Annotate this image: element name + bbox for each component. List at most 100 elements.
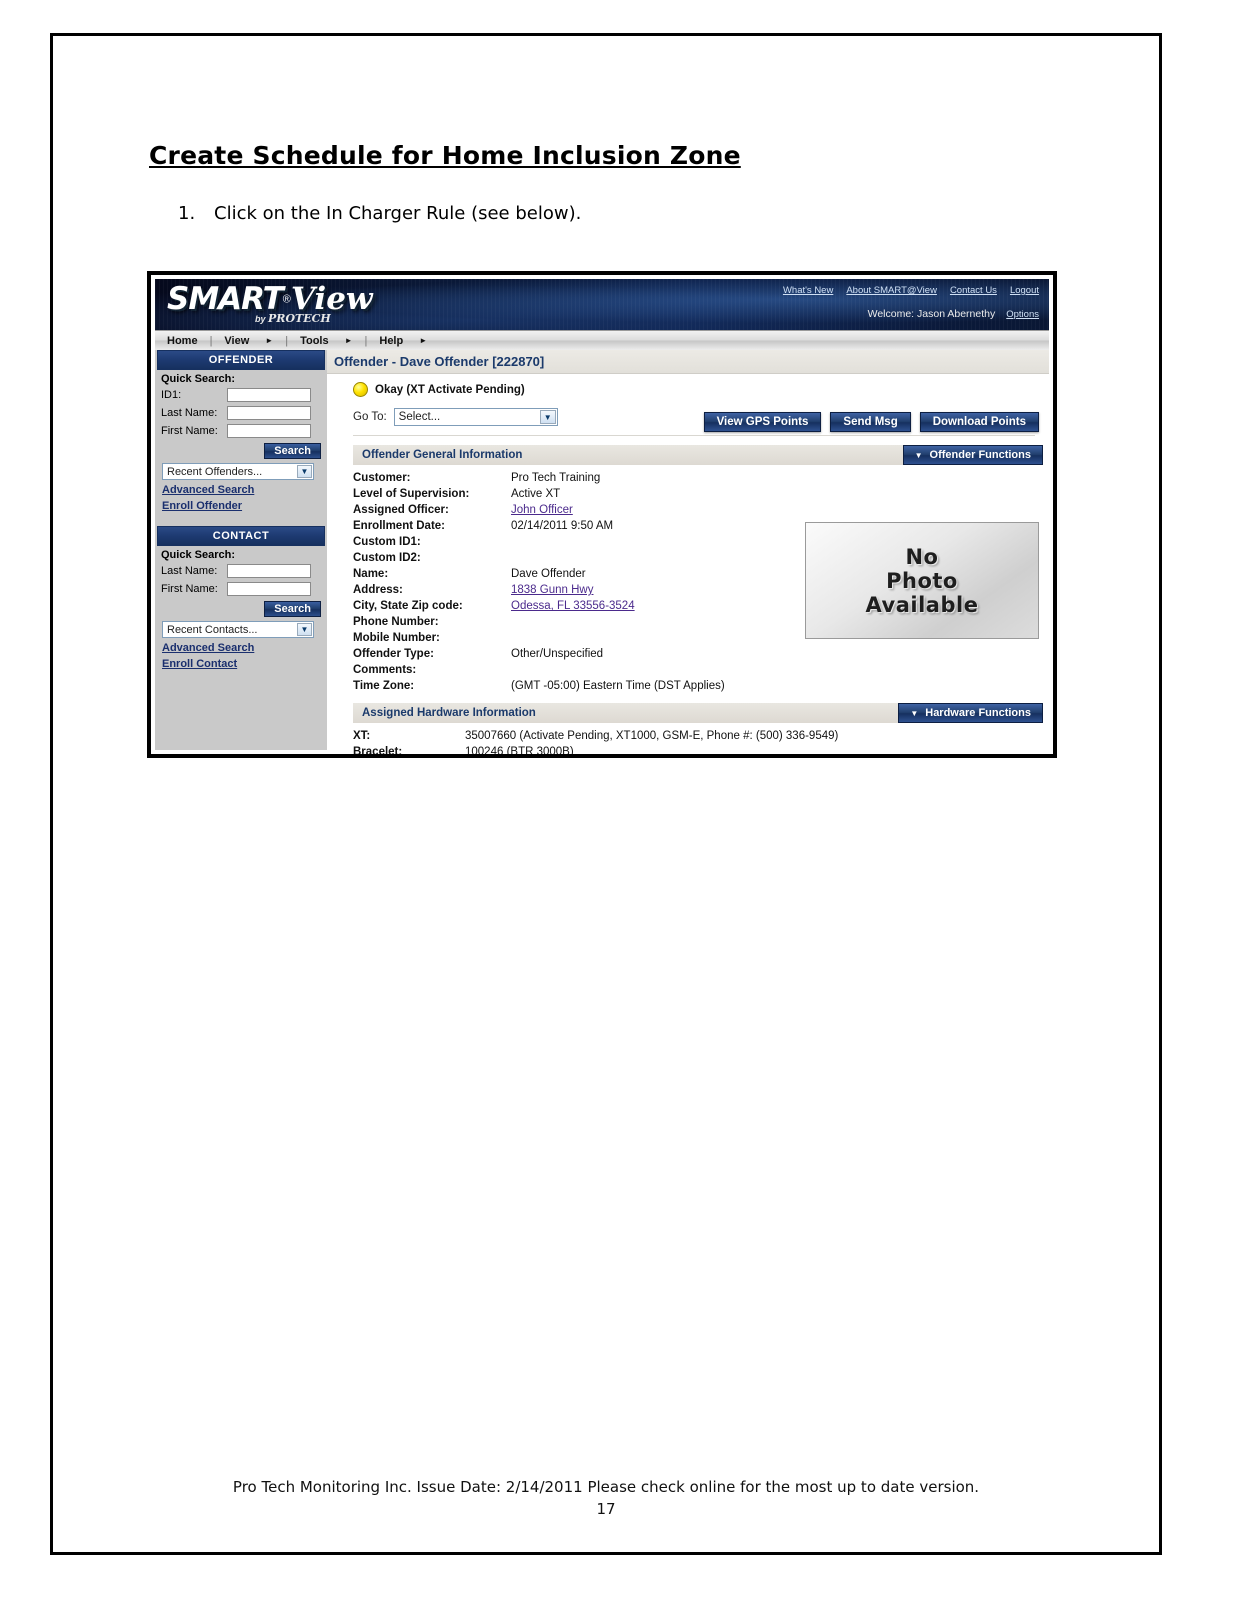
assigned-officer-link[interactable]: John Officer <box>511 504 573 516</box>
offender-first-name-input[interactable] <box>227 424 311 438</box>
address-link[interactable]: 1838 Gunn Hwy <box>511 584 593 596</box>
contact-last-name-label: Last Name: <box>161 565 218 577</box>
offender-page-title: Offender - Dave Offender [222870] <box>327 350 1049 374</box>
link-logout[interactable]: Logout <box>1010 285 1039 296</box>
link-whats-new[interactable]: What's New <box>783 285 833 296</box>
field-value: (GMT -05:00) Eastern Time (DST Applies) <box>511 680 725 692</box>
hardware-fields: XT: 35007660 (Activate Pending, XT1000, G… <box>353 728 1049 754</box>
contact-advanced-search-link[interactable]: Advanced Search <box>162 642 327 654</box>
main-content: Offender - Dave Offender [222870] Okay (… <box>327 350 1049 754</box>
field-value: 35007660 (Activate Pending, XT1000, GSM-… <box>465 730 839 742</box>
assigned-hardware-information-header: Assigned Hardware Information ▼ Hardware… <box>353 703 1043 723</box>
field-row: Level of Supervision: Active XT <box>353 486 1049 502</box>
photo-line-1: No <box>905 544 939 569</box>
menu-bar: Home | View ► | Tools ► | Help ► <box>155 330 1049 351</box>
photo-line-2: Photo <box>886 568 958 593</box>
offender-advanced-search-link[interactable]: Advanced Search <box>162 484 327 496</box>
chevron-down-icon: ▼ <box>914 450 923 460</box>
field-key: Assigned Officer: <box>353 504 449 516</box>
offender-photo-placeholder: No Photo Available <box>805 522 1039 639</box>
offender-last-name-row: Last Name: <box>155 404 327 422</box>
field-key: Enrollment Date: <box>353 520 446 532</box>
recent-offenders-select[interactable]: Recent Offenders... ▼ <box>162 463 314 480</box>
recent-offenders-value: Recent Offenders... <box>167 465 263 478</box>
download-points-button[interactable]: Download Points <box>919 412 1039 432</box>
document-page: Create Schedule for Home Inclusion Zone … <box>50 33 1162 1555</box>
goto-selected-value: Select... <box>398 411 441 423</box>
logo-byline: by PROTECH <box>255 312 331 325</box>
offender-first-name-label: First Name: <box>161 425 218 437</box>
menu-item-help[interactable]: Help ► <box>367 335 439 347</box>
field-row: Customer: Pro Tech Training <box>353 470 1049 486</box>
hardware-functions-label: Hardware Functions <box>925 707 1031 719</box>
field-key: Comments: <box>353 664 417 676</box>
welcome-text: Welcome: Jason Abernethy <box>867 308 996 320</box>
field-row: Offender Type: Other/Unspecified <box>353 646 1049 662</box>
menu-item-home[interactable]: Home <box>155 335 210 347</box>
app-banner: SMART®View by PROTECH What's New About S… <box>155 279 1049 330</box>
field-key: Phone Number: <box>353 616 439 628</box>
field-key: XT: <box>353 730 371 742</box>
contact-first-name-label: First Name: <box>161 583 218 595</box>
offender-functions-button[interactable]: ▼ Offender Functions <box>902 445 1043 465</box>
chevron-right-icon: ► <box>344 336 353 345</box>
contact-first-name-row: First Name: <box>155 580 327 598</box>
chevron-down-icon: ▼ <box>539 410 556 424</box>
offender-quick-search-label: Quick Search: <box>161 373 235 385</box>
offender-functions-label: Offender Functions <box>929 449 1031 461</box>
link-about-smartview[interactable]: About SMART@View <box>846 285 937 296</box>
chevron-right-icon: ► <box>419 336 428 345</box>
city-state-zip-link[interactable]: Odessa, FL 33556-3524 <box>511 600 635 612</box>
logo-view-text: View <box>290 281 373 317</box>
offender-general-information-title: Offender General Information <box>362 449 523 461</box>
offender-general-information-header: Offender General Information ▼ Offender … <box>353 445 1043 465</box>
recent-contacts-select[interactable]: Recent Contacts... ▼ <box>162 621 314 638</box>
recent-contacts-value: Recent Contacts... <box>167 623 258 636</box>
contact-first-name-input[interactable] <box>227 582 311 596</box>
logo-smart-text: SMART <box>167 281 284 317</box>
yellow-circle-icon <box>353 382 368 397</box>
offender-first-name-row: First Name: <box>155 422 327 440</box>
chevron-down-icon: ▼ <box>297 623 312 636</box>
app-logo: SMART®View by PROTECH <box>167 281 373 325</box>
goto-label: Go To: <box>353 411 387 423</box>
field-row: Assigned Officer: John Officer <box>353 502 1049 518</box>
send-msg-button[interactable]: Send Msg <box>830 412 911 432</box>
step-number: 1. <box>178 203 196 224</box>
goto-select[interactable]: Select... ▼ <box>393 408 558 426</box>
field-value: Dave Offender <box>511 568 586 580</box>
enroll-offender-link[interactable]: Enroll Offender <box>162 500 327 512</box>
photo-line-3: Available <box>865 592 979 617</box>
field-key: City, State Zip code: <box>353 600 463 612</box>
offender-search-button[interactable]: Search <box>264 443 321 459</box>
field-key: Mobile Number: <box>353 632 440 644</box>
contact-search-button[interactable]: Search <box>264 601 321 617</box>
menu-item-view[interactable]: View ► <box>212 335 285 347</box>
chevron-down-icon: ▼ <box>297 465 312 478</box>
link-contact-us[interactable]: Contact Us <box>950 285 997 296</box>
action-button-group: View GPS Points Send Msg Download Points <box>703 412 1039 432</box>
offender-last-name-input[interactable] <box>227 406 311 420</box>
offender-id1-input[interactable] <box>227 388 311 402</box>
field-value: 02/14/2011 9:50 AM <box>511 520 614 532</box>
field-row: Comments: <box>353 662 1049 678</box>
field-key: Name: <box>353 568 389 580</box>
field-key: Level of Supervision: <box>353 488 470 500</box>
field-key: Custom ID1: <box>353 536 421 548</box>
contact-last-name-input[interactable] <box>227 564 311 578</box>
welcome-area: Welcome: Jason Abernethy Options <box>868 308 1039 320</box>
contact-last-name-row: Last Name: <box>155 562 327 580</box>
enroll-contact-link[interactable]: Enroll Contact <box>162 658 327 670</box>
menu-item-tools[interactable]: Tools ► <box>288 335 364 347</box>
sidebar: OFFENDER Quick Search: ID1: Last Name: F… <box>155 350 327 750</box>
document-footer: Pro Tech Monitoring Inc. Issue Date: 2/1… <box>232 1478 980 1496</box>
instruction-step: 1. Click on the In Charger Rule (see bel… <box>178 203 581 224</box>
application-screenshot: SMART®View by PROTECH What's New About S… <box>147 271 1057 758</box>
logo-registered-icon: ® <box>282 293 291 306</box>
field-key: Address: <box>353 584 403 596</box>
link-options[interactable]: Options <box>1006 309 1039 320</box>
view-gps-points-button[interactable]: View GPS Points <box>703 412 822 432</box>
chevron-down-icon: ▼ <box>910 708 919 718</box>
field-row: Time Zone: (GMT -05:00) Eastern Time (DST… <box>353 678 1049 694</box>
hardware-functions-button[interactable]: ▼ Hardware Functions <box>898 703 1043 723</box>
